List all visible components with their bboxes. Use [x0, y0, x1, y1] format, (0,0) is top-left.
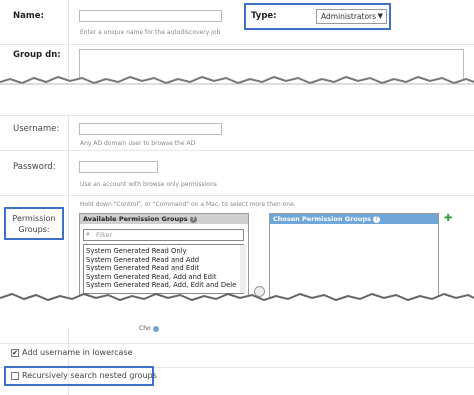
- row-divider: [0, 195, 474, 196]
- help-icon[interactable]: ?: [373, 215, 381, 223]
- row-divider: [0, 44, 474, 45]
- chosen-groups-header: Chosen Permission Groups ?: [270, 214, 438, 224]
- torn-edge: [0, 292, 474, 328]
- filter-placeholder: Filter: [96, 231, 113, 239]
- username-hint: Any AD domain user to browse the AD: [80, 140, 196, 147]
- chosen-partial-text: Cho: [139, 325, 151, 332]
- username-label: Username:: [13, 124, 60, 134]
- row-divider: [0, 115, 474, 116]
- permission-groups-label: Permission Groups:: [12, 214, 56, 234]
- available-group-item[interactable]: System Generated Read and Add: [86, 256, 241, 265]
- add-icon[interactable]: ✚: [444, 213, 452, 224]
- nested-groups-label: Recursively search nested groups: [22, 371, 157, 380]
- dropdown-arrow-icon: ▼: [377, 12, 383, 20]
- password-hint: Use an account with browse only permissi…: [80, 181, 217, 188]
- filter-input[interactable]: ⌕ Filter: [83, 229, 244, 241]
- type-select[interactable]: Administrators ▼: [316, 9, 387, 24]
- row-divider: [0, 343, 474, 344]
- lowercase-checkbox[interactable]: ✔: [11, 349, 19, 357]
- username-input[interactable]: [79, 123, 222, 135]
- name-input[interactable]: [79, 10, 222, 22]
- list-scrollbar[interactable]: [240, 245, 246, 293]
- password-input[interactable]: [79, 161, 158, 173]
- chosen-groups-title: Chosen Permission Groups: [273, 215, 371, 223]
- help-icon: [152, 325, 159, 332]
- available-group-item[interactable]: System Generated Read, Add and Edit: [86, 273, 241, 282]
- chosen-partial-label: Cho: [139, 325, 159, 332]
- multi-select-hint: Hold down "Control", or "Command" on a M…: [80, 201, 296, 208]
- available-groups-list[interactable]: System Generated Read Only System Genera…: [83, 244, 244, 294]
- search-icon: ⌕: [86, 230, 90, 238]
- password-label: Password:: [13, 162, 56, 172]
- torn-edge: [0, 75, 474, 116]
- available-group-item[interactable]: System Generated Read and Edit: [86, 264, 241, 273]
- name-label: Name:: [13, 11, 44, 21]
- name-hint: Enter a unique name for the autodiscover…: [80, 29, 221, 36]
- column-divider: [68, 0, 69, 395]
- available-group-item[interactable]: System Generated Read Only: [86, 247, 241, 256]
- type-label: Type:: [251, 11, 277, 21]
- available-groups-title: Available Permission Groups: [83, 215, 188, 223]
- row-divider: [0, 150, 474, 151]
- lowercase-label: Add username in lowercase: [22, 348, 133, 357]
- type-select-value: Administrators: [321, 12, 377, 21]
- group-dn-label: Group dn:: [13, 50, 61, 60]
- available-groups-header: Available Permission Groups ?: [80, 214, 248, 224]
- help-icon[interactable]: ?: [189, 215, 197, 223]
- nested-groups-checkbox[interactable]: [11, 372, 19, 380]
